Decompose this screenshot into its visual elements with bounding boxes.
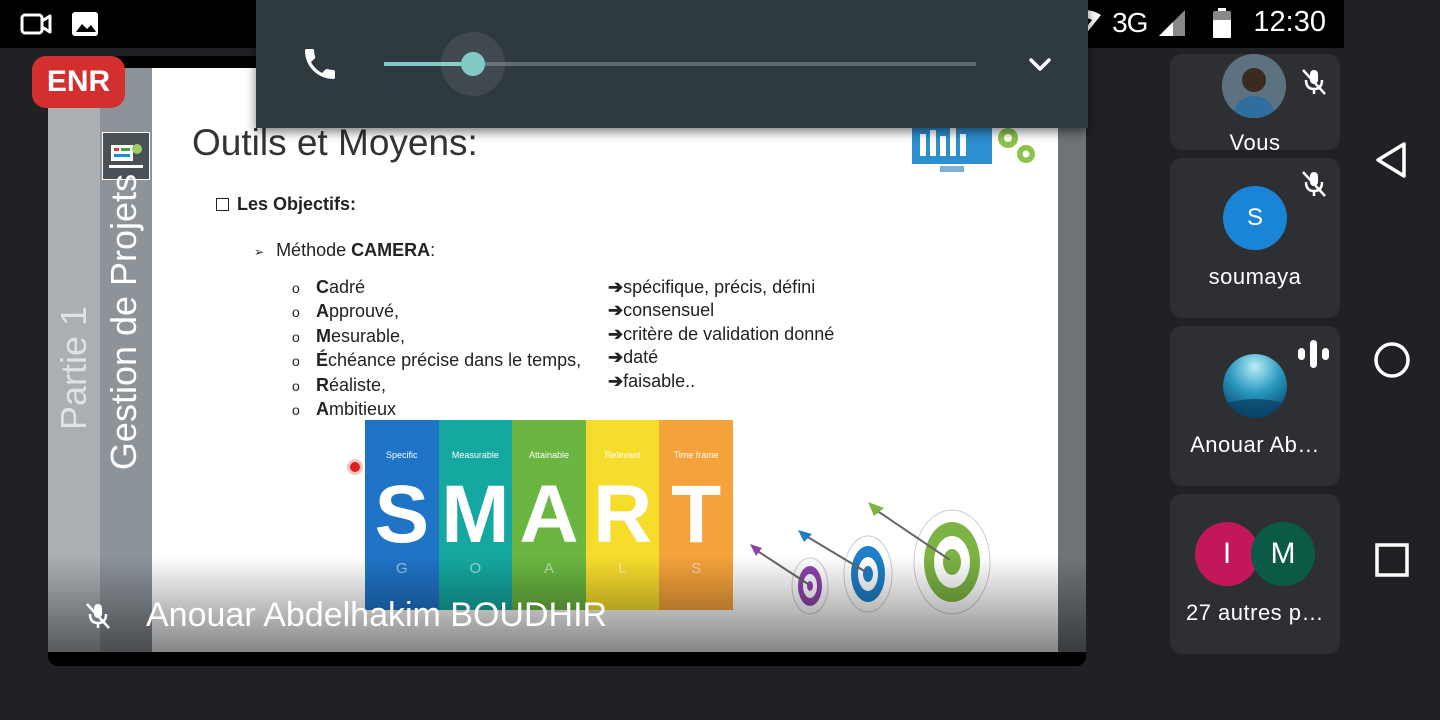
- home-icon[interactable]: [1372, 340, 1412, 380]
- list-item: o Réaliste,: [292, 374, 387, 395]
- avatar: [1223, 354, 1287, 418]
- volume-thumb[interactable]: [461, 52, 485, 76]
- video-camera-icon: [20, 13, 52, 35]
- list-item: ➔spécifique, précis, défini: [608, 277, 816, 297]
- recording-badge: ENR: [32, 56, 125, 108]
- back-icon[interactable]: [1372, 140, 1412, 180]
- mic-off-icon: [1302, 171, 1326, 197]
- method-prefix: Méthode: [276, 240, 352, 260]
- slide-title: Outils et Moyens:: [192, 122, 478, 163]
- dashboard-gears-icon: [912, 120, 1035, 172]
- list-item: o Échéance précise dans le temps,: [292, 350, 582, 371]
- method-suffix: :: [430, 240, 436, 260]
- participant-name: soumaya: [1208, 264, 1302, 289]
- signal-icon: [1159, 9, 1186, 36]
- avatar: [1222, 54, 1286, 118]
- list-item: ➔daté: [608, 347, 659, 368]
- participant-tile-anouar[interactable]: Anouar Ab…: [1170, 326, 1340, 486]
- method-name: CAMERA: [351, 240, 431, 260]
- list-item: ➔faisable..: [608, 370, 696, 391]
- phone-icon: [305, 49, 335, 79]
- participant-tile-self[interactable]: Vous: [1170, 54, 1340, 150]
- objectives-heading-text: Les Objectifs:: [237, 194, 357, 214]
- criteria-meaning-list: ➔spécifique, précis, défini ➔consensuel …: [608, 276, 834, 393]
- navigation-bar: [1344, 0, 1440, 720]
- volume-panel: [256, 0, 1088, 128]
- list-item: o Ambitieux: [292, 399, 397, 420]
- avatar: I: [1195, 522, 1259, 586]
- chevron-down-icon[interactable]: [1024, 48, 1056, 80]
- slide-thumbnail-icon: [102, 132, 150, 180]
- mic-off-icon: [1302, 69, 1326, 95]
- criteria-list: o Cadré o Approuvé, o Mesurable, o Échéance …: [292, 276, 581, 422]
- participant-name: Anouar Ab…: [1190, 432, 1320, 457]
- participant-tile-soumaya[interactable]: S soumaya: [1170, 158, 1340, 318]
- method-line: ➢ Méthode CAMERA:: [254, 240, 435, 261]
- recents-icon[interactable]: [1372, 540, 1412, 580]
- laser-pointer: [350, 462, 360, 472]
- volume-slider[interactable]: [384, 32, 976, 96]
- image-icon: [72, 12, 98, 36]
- clock: 12:30: [1253, 6, 1326, 38]
- presenter-name: Anouar Abdelhakim BOUDHIR: [146, 596, 608, 634]
- speaking-indicator-icon: [1298, 340, 1329, 368]
- checkbox-bullet-icon: [216, 198, 229, 211]
- list-item: o Approuvé,: [292, 301, 400, 322]
- list-item: o Mesurable,: [292, 325, 406, 346]
- sidebar-course-label: Gestion de Projets: [103, 173, 144, 471]
- mic-off-icon: [86, 603, 110, 629]
- avatar: M: [1251, 522, 1315, 586]
- participant-name: 27 autres p…: [1185, 600, 1325, 625]
- participant-tile-others[interactable]: I M 27 autres p…: [1170, 494, 1340, 654]
- objectives-heading: Les Objectifs:: [216, 194, 356, 215]
- network-type: 3G: [1112, 6, 1148, 38]
- avatar: S: [1223, 186, 1287, 250]
- participant-name: Vous: [1229, 130, 1281, 150]
- list-item: ➔consensuel: [608, 300, 715, 321]
- list-item: o Cadré: [292, 277, 366, 297]
- bullet-arrow-icon: ➢: [254, 245, 265, 259]
- sidebar-part-label: Partie 1: [53, 305, 94, 431]
- presentation-tile[interactable]: Partie 1 Gestion de Projets Outils et Mo…: [48, 56, 1086, 666]
- list-item: ➔critère de validation donné: [608, 323, 835, 344]
- battery-icon: [1213, 7, 1232, 38]
